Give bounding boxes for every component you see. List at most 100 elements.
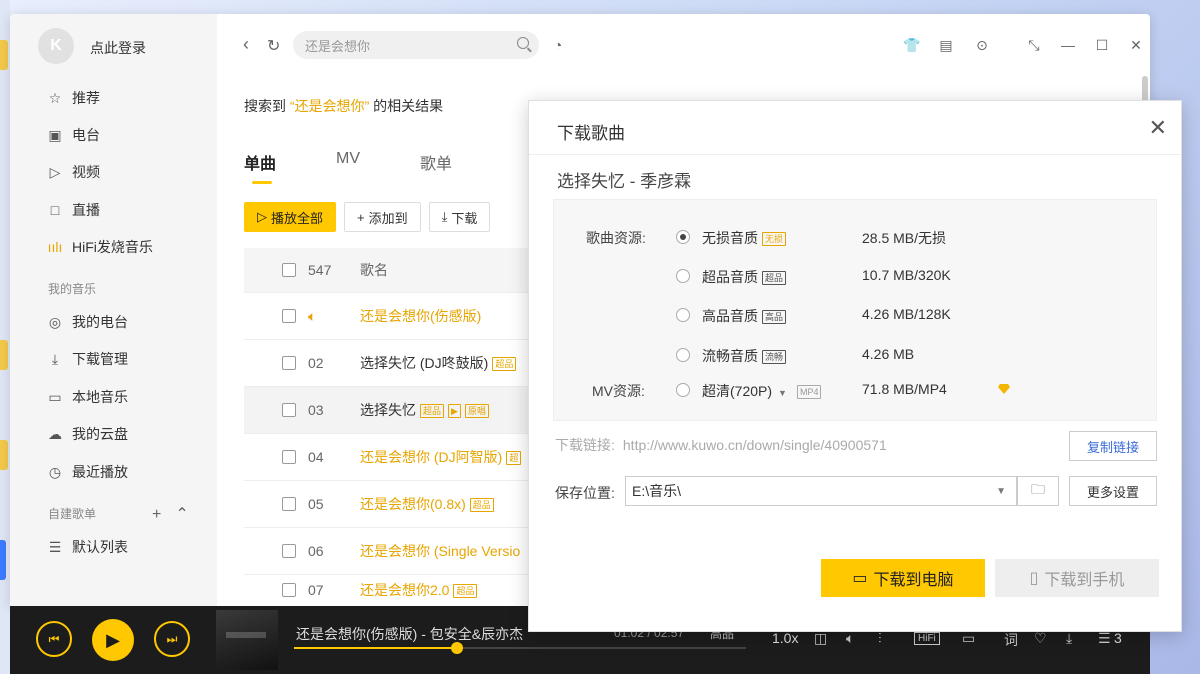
next-button[interactable]: ⏭︎ [154, 621, 190, 657]
quality-option-high[interactable]: 高品音质 高品 [702, 306, 787, 326]
row-checkbox[interactable] [282, 544, 296, 558]
sidebar-item-local-music[interactable]: ▭ 本地音乐 [46, 385, 128, 409]
desktop-icon[interactable] [0, 440, 8, 470]
more-settings-button[interactable]: 更多设置 [1069, 476, 1157, 506]
row-checkbox[interactable] [282, 309, 296, 323]
settings-icon[interactable]: ⊙ [973, 36, 991, 54]
song-title[interactable]: 还是会想你2.0 超品 [360, 580, 478, 600]
row-checkbox[interactable] [282, 497, 296, 511]
volume-icon[interactable]: 🔈︎ [846, 630, 854, 647]
sidebar-item-recommend[interactable]: ☆ 推荐 [46, 86, 100, 110]
download-link-url[interactable]: http://www.kuwo.cn/down/single/40900571 [623, 437, 887, 453]
album-cover[interactable] [216, 610, 278, 670]
format-badge: MP4 [796, 385, 822, 400]
comment-icon[interactable]: ▭ [962, 630, 975, 647]
song-title[interactable]: 还是会想你 (Single Versio [360, 541, 520, 561]
sidebar-item-recent[interactable]: ◷ 最近播放 [46, 460, 128, 484]
add-icon[interactable]: + [152, 506, 175, 523]
search-icon[interactable] [517, 37, 529, 49]
copy-link-button[interactable]: 复制链接 [1069, 431, 1157, 461]
desktop-icon[interactable] [0, 540, 6, 580]
equalizer-icon[interactable]: ⫶ [878, 630, 882, 647]
chevron-down-icon[interactable]: ▼ [778, 388, 787, 398]
lyric-toggle[interactable]: 词 [1004, 630, 1018, 650]
quality-option-super[interactable]: 超品音质 超品 [702, 267, 787, 287]
mv-option[interactable]: 超清(720P) ▼ MP4 [702, 381, 822, 401]
close-icon[interactable]: ✕ [1149, 115, 1167, 141]
sidebar-item-downloads[interactable]: ⤓ 下载管理 [46, 347, 128, 371]
desktop-lyric-icon[interactable]: ◫ [814, 630, 827, 647]
table-row[interactable]: 02 选择失忆 (DJ咚鼓版) 超品 [244, 340, 528, 387]
tab-singles[interactable]: 单曲 [244, 150, 276, 184]
table-row[interactable]: 06 还是会想你 (Single Versio [244, 528, 528, 575]
select-all-checkbox[interactable] [282, 263, 296, 277]
mini-mode-icon[interactable]: ▤ [937, 36, 955, 54]
back-icon[interactable]: ‹ [243, 34, 249, 55]
table-row[interactable]: 03 选择失忆 超品 ▶ 原唱 [244, 387, 528, 434]
sidebar-item-label: 电台 [72, 127, 100, 143]
sidebar-item-cloud[interactable]: ☁ 我的云盘 [46, 422, 128, 446]
voice-search-icon[interactable]: ◔ [549, 36, 567, 54]
heart-icon[interactable]: ♡ [1034, 630, 1047, 647]
song-title[interactable]: 选择失忆 超品 ▶ 原唱 [360, 400, 489, 420]
shrink-icon[interactable]: ⤡ [1025, 36, 1043, 54]
mv-badge[interactable]: ▶ [448, 404, 461, 419]
tab-playlists[interactable]: 歌单 [420, 150, 452, 174]
close-icon[interactable]: ✕ [1127, 36, 1145, 54]
sidebar-item-my-radio[interactable]: ◎ 我的电台 [46, 310, 128, 334]
download-button[interactable]: ⤓ 下载 [428, 202, 491, 232]
play-all-button[interactable]: ▷ 播放全部 [244, 202, 337, 232]
sidebar-item-hifi[interactable]: ıılı HiFi发烧音乐 [46, 235, 153, 259]
sidebar-item-radio[interactable]: ▣ 电台 [46, 123, 100, 147]
search-input[interactable]: 还是会想你 [293, 31, 539, 59]
chevron-up-icon[interactable]: ⌃ [175, 506, 202, 523]
avatar[interactable]: K [38, 28, 74, 64]
playlist-icon[interactable]: ☰ [1098, 630, 1111, 647]
row-checkbox[interactable] [282, 583, 296, 597]
save-location-select[interactable]: E:\音乐\ ▼ [625, 476, 1017, 506]
skin-icon[interactable]: 👕 [903, 36, 921, 54]
add-to-button[interactable]: + 添加到 [344, 202, 421, 232]
maximize-icon[interactable]: ☐ [1093, 36, 1111, 54]
speed-control[interactable]: 1.0x [772, 630, 798, 646]
song-title[interactable]: 还是会想你 (DJ阿智版) 超 [360, 447, 522, 467]
progress-bar[interactable] [294, 642, 746, 654]
quality-radio-high[interactable] [676, 308, 690, 322]
table-row[interactable]: 05 还是会想你(0.8x) 超品 [244, 481, 528, 528]
song-title[interactable]: 还是会想你(0.8x) 超品 [360, 494, 494, 514]
previous-button[interactable]: ⏮︎ [36, 621, 72, 657]
quality-radio-smooth[interactable] [676, 348, 690, 362]
table-row[interactable]: 🔈︎ 还是会想你(伤感版) [244, 293, 528, 340]
row-checkbox[interactable] [282, 403, 296, 417]
song-title[interactable]: 还是会想你(伤感版) [360, 306, 481, 326]
download-to-phone-button[interactable]: ▯ 下载到手机 [995, 559, 1159, 597]
chevron-down-icon[interactable]: ▼ [996, 486, 1006, 497]
row-checkbox[interactable] [282, 450, 296, 464]
quality-radio-lossless[interactable] [676, 230, 690, 244]
desktop-icon[interactable] [0, 40, 8, 70]
row-checkbox[interactable] [282, 356, 296, 370]
play-button[interactable]: ▶ [92, 619, 134, 661]
sidebar-item-default-list[interactable]: ☰ 默认列表 [46, 535, 128, 559]
now-playing-title[interactable]: 还是会想你(伤感版) - 包安全&辰亦杰 [296, 624, 523, 644]
tab-mv[interactable]: MV [336, 150, 360, 174]
minimize-icon[interactable]: — [1059, 36, 1077, 54]
table-row[interactable]: 04 还是会想你 (DJ阿智版) 超 [244, 434, 528, 481]
download-to-pc-button[interactable]: ▭ 下载到电脑 [821, 559, 985, 597]
quality-option-smooth[interactable]: 流畅音质 流畅 [702, 346, 787, 366]
quality-option-lossless[interactable]: 无损音质 无损 [702, 228, 787, 248]
hifi-toggle[interactable]: HiFi [914, 632, 940, 645]
sidebar-item-live[interactable]: □ 直播 [46, 198, 100, 222]
browse-folder-button[interactable]: 🗀 [1017, 476, 1059, 506]
quality-radio-super[interactable] [676, 269, 690, 283]
login-link[interactable]: 点此登录 [90, 38, 146, 58]
table-row[interactable]: 07 还是会想你2.0 超品 [244, 575, 528, 605]
mv-radio[interactable] [676, 383, 690, 397]
download-icon[interactable]: ⤓ [1066, 630, 1072, 647]
sidebar-item-video[interactable]: ▷ 视频 [46, 160, 100, 184]
progress-knob[interactable] [450, 642, 463, 654]
sidebar-item-label: 我的云盘 [72, 426, 128, 442]
desktop-icon[interactable] [0, 340, 8, 370]
refresh-icon[interactable]: ↻ [267, 36, 280, 56]
song-title[interactable]: 选择失忆 (DJ咚鼓版) 超品 [360, 353, 517, 373]
